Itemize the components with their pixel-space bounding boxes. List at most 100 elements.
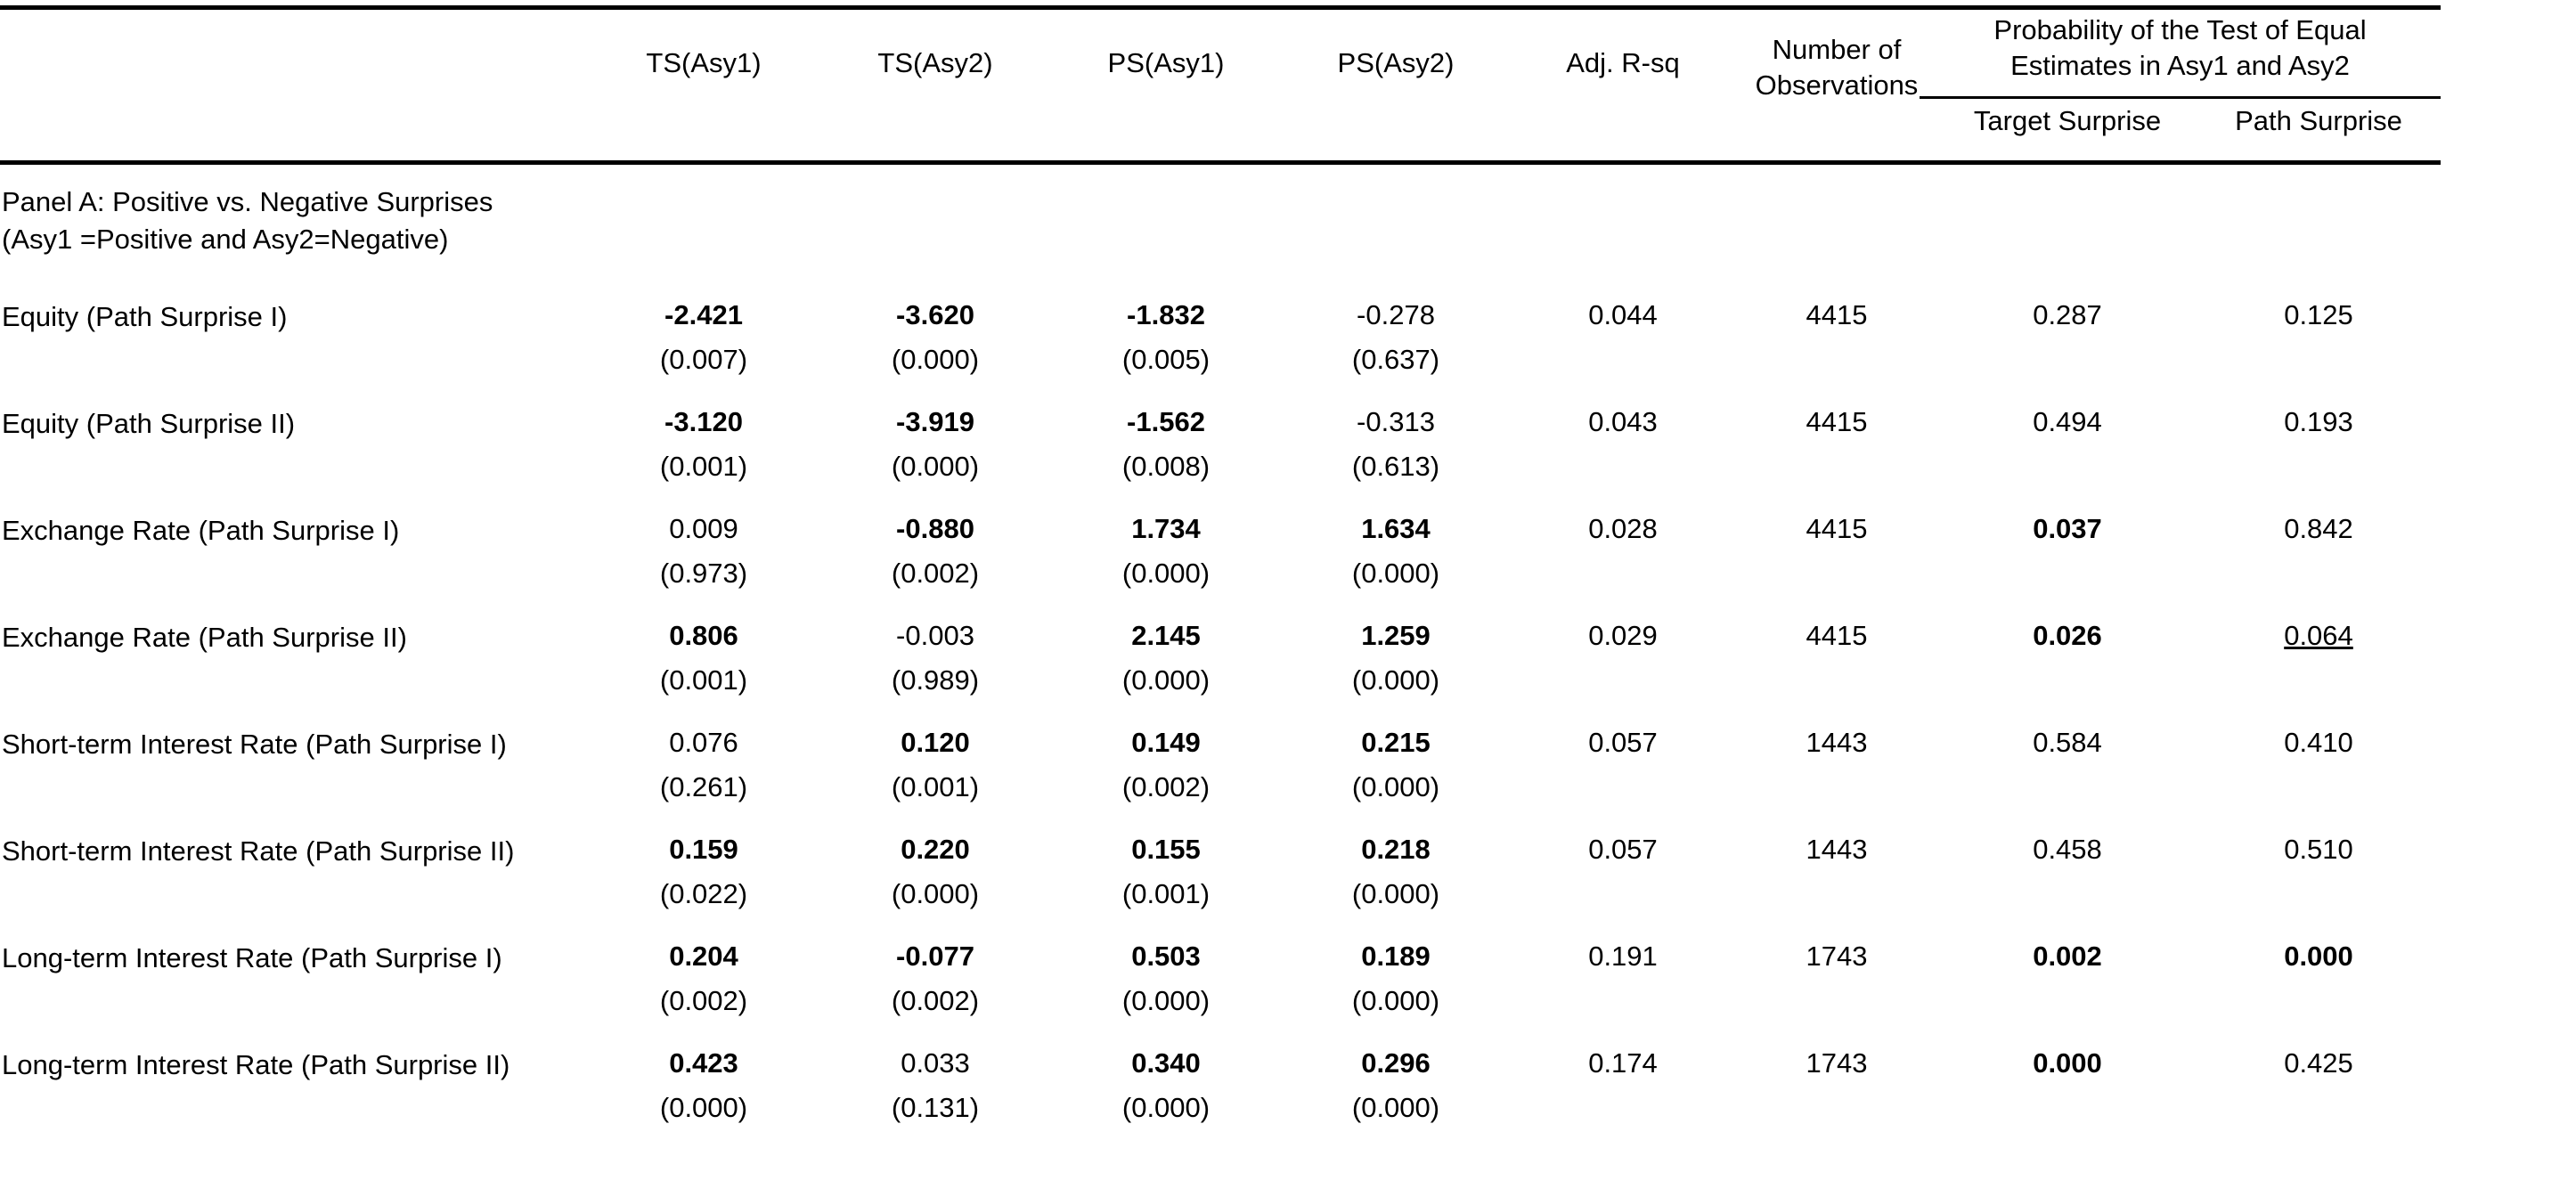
cell-target-surprise: 0.026 — [1938, 616, 2197, 723]
adj-r-sq-value: 0.057 — [1588, 727, 1658, 759]
cell-ts-asy1: -2.421 (0.007) — [588, 296, 819, 403]
regression-table-container: TS(Asy1) TS(Asy2) PS(Asy1) PS(Asy2) Adj.… — [0, 0, 2576, 1189]
observations-value: 4415 — [1806, 620, 1868, 652]
cell-adj-r-sq: 0.028 — [1511, 509, 1735, 616]
coefficient: 0.155 — [1131, 834, 1201, 866]
cell-ps-asy2: 1.259 (0.000) — [1281, 616, 1511, 723]
cell-path-surprise: 0.000 — [2197, 937, 2441, 1044]
cell-ts-asy2: -0.880 (0.002) — [819, 509, 1051, 616]
table-body: Panel A: Positive vs. Negative Surprises… — [0, 155, 2441, 1151]
cell-ts-asy1: 0.009 (0.973) — [588, 509, 819, 616]
column-header-nobs-line2: Observations — [1755, 69, 1919, 102]
p-value: (0.000) — [891, 877, 980, 909]
path-surprise-value: 0.125 — [2284, 299, 2353, 331]
cell-target-surprise: 0.002 — [1938, 937, 2197, 1044]
p-value: (0.000) — [1351, 1091, 1440, 1123]
p-value: (0.000) — [1121, 557, 1211, 589]
spanning-header-title: Probability of the Test of Equal Estimat… — [1920, 12, 2441, 85]
path-surprise-value: 0.425 — [2284, 1047, 2353, 1079]
cell-ps-asy1: 2.145 (0.000) — [1051, 616, 1281, 723]
coefficient: 0.009 — [669, 513, 738, 545]
coefficient: -1.562 — [1127, 406, 1205, 438]
column-header-path-surprise-label: Path Surprise — [2235, 105, 2402, 136]
p-value: (0.000) — [1121, 1091, 1211, 1123]
table-row: Long-term Interest Rate (Path Surprise I… — [0, 937, 2441, 1044]
coefficient: 0.076 — [669, 727, 738, 759]
path-surprise-value: 0.193 — [2284, 406, 2353, 438]
coefficient: 0.423 — [669, 1047, 738, 1079]
column-header-ps-asy1-label: PS(Asy1) — [1107, 47, 1225, 78]
cell-ts-asy2: 0.220 (0.000) — [819, 830, 1051, 937]
cell-number-of-observations: 4415 — [1735, 403, 1938, 509]
target-surprise-value: 0.037 — [2033, 513, 2102, 545]
coefficient: 1.259 — [1361, 620, 1431, 652]
coefficient: 0.806 — [669, 620, 738, 652]
cell-target-surprise: 0.458 — [1938, 830, 2197, 937]
table-row: Equity (Path Surprise II) -3.120 (0.001)… — [0, 403, 2441, 509]
target-surprise-value: 0.584 — [2033, 727, 2102, 759]
cell-adj-r-sq: 0.174 — [1511, 1044, 1735, 1151]
observations-value: 4415 — [1806, 406, 1868, 438]
table-row: Long-term Interest Rate (Path Surprise I… — [0, 1044, 2441, 1151]
cell-number-of-observations: 1743 — [1735, 1044, 1938, 1151]
target-surprise-value: 0.026 — [2033, 620, 2102, 652]
column-header-adj-r-sq: Adj. R-sq — [1511, 0, 1735, 155]
adj-r-sq-value: 0.191 — [1588, 941, 1658, 973]
cell-ps-asy1: -1.832 (0.005) — [1051, 296, 1281, 403]
cell-ps-asy1: 0.503 (0.000) — [1051, 937, 1281, 1044]
observations-value: 1443 — [1806, 727, 1868, 759]
coefficient: -0.003 — [896, 620, 974, 652]
observations-value: 1443 — [1806, 834, 1868, 866]
cell-target-surprise: 0.037 — [1938, 509, 2197, 616]
cell-ps-asy1: -1.562 (0.008) — [1051, 403, 1281, 509]
adj-r-sq-value: 0.057 — [1588, 834, 1658, 866]
target-surprise-value: 0.458 — [2033, 834, 2102, 866]
coefficient: -2.421 — [664, 299, 743, 331]
p-value: (0.007) — [659, 343, 748, 375]
target-surprise-value: 0.002 — [2033, 941, 2102, 973]
coefficient: 0.189 — [1361, 941, 1431, 973]
p-value: (0.005) — [1121, 343, 1211, 375]
column-header-nobs-line1: Number of — [1772, 34, 1902, 65]
cell-path-surprise: 0.425 — [2197, 1044, 2441, 1151]
table-row: Short-term Interest Rate (Path Surprise … — [0, 723, 2441, 830]
row-label: Short-term Interest Rate (Path Surprise … — [2, 835, 515, 867]
cell-target-surprise: 0.584 — [1938, 723, 2197, 830]
observations-value: 1743 — [1806, 1047, 1868, 1079]
cell-ts-asy2: 0.120 (0.001) — [819, 723, 1051, 830]
adj-r-sq-value: 0.174 — [1588, 1047, 1658, 1079]
cell-target-surprise: 0.494 — [1938, 403, 2197, 509]
cell-ts-asy1: 0.204 (0.002) — [588, 937, 819, 1044]
coefficient: -1.832 — [1127, 299, 1205, 331]
spanning-header-title-line1: Probability of the Test of Equal — [1993, 14, 2367, 45]
cell-ts-asy1: 0.159 (0.022) — [588, 830, 819, 937]
spanning-header-title-line2: Estimates in Asy1 and Asy2 — [2010, 50, 2350, 82]
cell-ps-asy1: 1.734 (0.000) — [1051, 509, 1281, 616]
adj-r-sq-value: 0.044 — [1588, 299, 1658, 331]
p-value: (0.000) — [1351, 984, 1440, 1016]
p-value: (0.000) — [1121, 984, 1211, 1016]
p-value: (0.002) — [659, 984, 748, 1016]
panel-title-row: Panel A: Positive vs. Negative Surprises… — [0, 155, 2441, 258]
cell-ts-asy1: -3.120 (0.001) — [588, 403, 819, 509]
coefficient: -3.620 — [896, 299, 974, 331]
column-header-ts-asy2: TS(Asy2) — [819, 0, 1051, 155]
cell-ps-asy2: 1.634 (0.000) — [1281, 509, 1511, 616]
cell-path-surprise: 0.410 — [2197, 723, 2441, 830]
p-value: (0.000) — [1351, 877, 1440, 909]
coefficient: 0.340 — [1131, 1047, 1201, 1079]
cell-ps-asy2: 0.215 (0.000) — [1281, 723, 1511, 830]
cell-adj-r-sq: 0.057 — [1511, 723, 1735, 830]
cell-path-surprise: 0.125 — [2197, 296, 2441, 403]
coefficient: 0.215 — [1361, 727, 1431, 759]
cell-path-surprise: 0.842 — [2197, 509, 2441, 616]
p-value: (0.008) — [1121, 450, 1211, 482]
cell-adj-r-sq: 0.057 — [1511, 830, 1735, 937]
coefficient: -0.278 — [1357, 299, 1435, 331]
table-row: Equity (Path Surprise I) -2.421 (0.007) … — [0, 296, 2441, 403]
coefficient: 1.734 — [1131, 513, 1201, 545]
column-header-ps-asy1: PS(Asy1) — [1051, 0, 1281, 155]
row-label: Long-term Interest Rate (Path Surprise I… — [2, 942, 502, 974]
row-label: Exchange Rate (Path Surprise I) — [2, 515, 400, 547]
column-header-ts-asy1: TS(Asy1) — [588, 0, 819, 155]
